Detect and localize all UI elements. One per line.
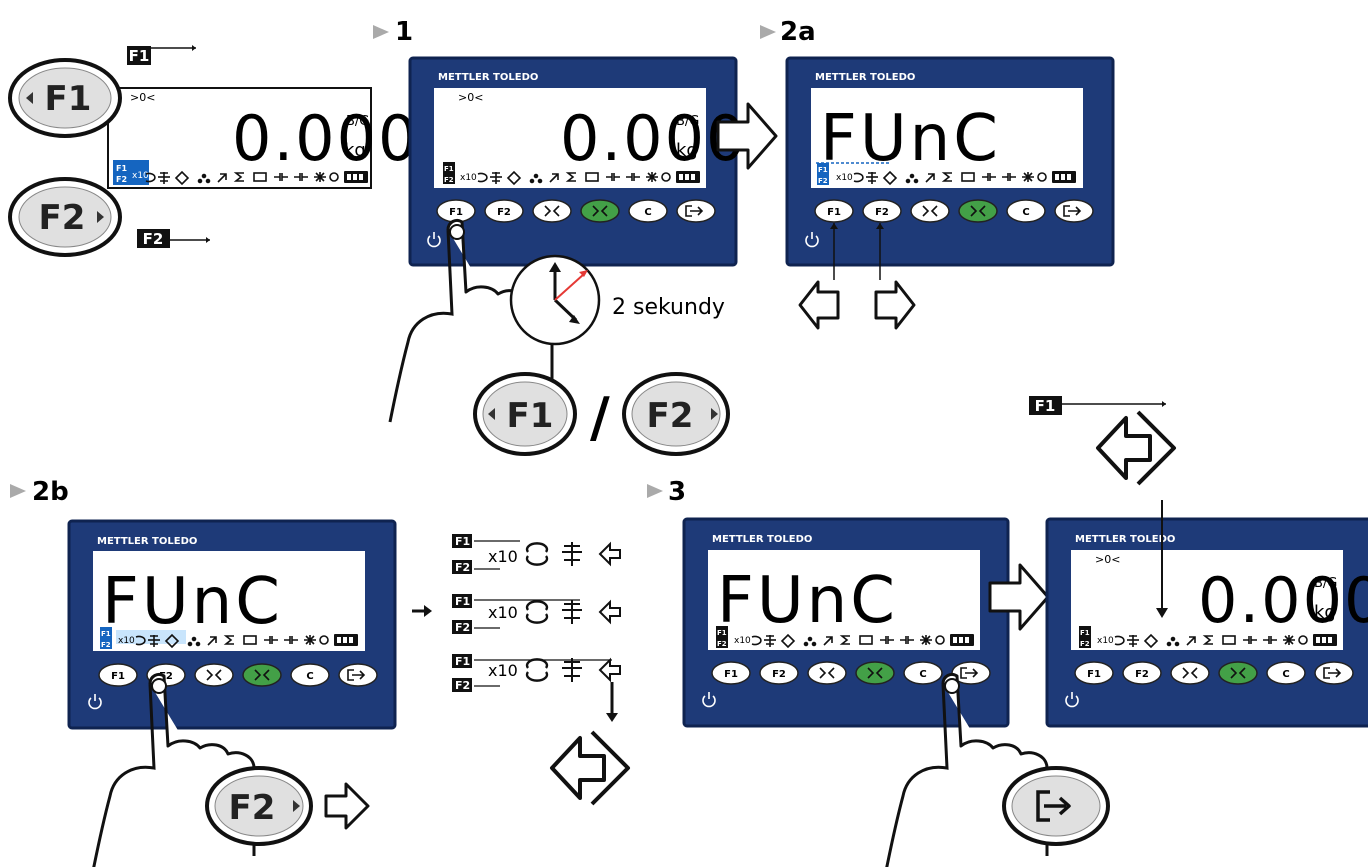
sequence-row-3: F1 F2 x10 xyxy=(452,654,621,692)
lcd-f2-tag: F2 xyxy=(116,175,127,184)
f1-key-label: F1 xyxy=(45,79,92,119)
key-separator: / xyxy=(590,386,610,449)
brand-label: METTLER TOLEDO xyxy=(1075,534,1175,545)
terminal-step-2a: METTLER TOLEDO FUnC F1 F2 x10 xyxy=(785,56,1115,267)
legend-f2-label: F2 xyxy=(143,230,164,248)
gross-net-label: B/G xyxy=(346,114,369,129)
unit-label: kg xyxy=(1314,602,1336,623)
sequence-row-1: F1 F2 x10 xyxy=(452,534,621,574)
legend-f1-label: F1 xyxy=(1035,397,1056,415)
f2-key-label: F2 xyxy=(647,396,694,436)
seq-f2: F2 xyxy=(455,621,470,634)
lcd-f1-tag: F1 xyxy=(444,165,454,173)
f1-key-label: F1 xyxy=(507,396,554,436)
seq-x10: x10 xyxy=(488,547,518,566)
step-2b-label: 2b xyxy=(32,477,69,507)
seq-x10: x10 xyxy=(488,603,518,622)
zero-indicator: >0< xyxy=(458,91,483,104)
exit-key-large[interactable] xyxy=(1002,766,1110,846)
symbol-sequence: F1 F2 x10 F1 F2 x10 F1 F2 x10 xyxy=(452,534,621,692)
brand-label: METTLER TOLEDO xyxy=(815,72,915,83)
hold-time-label: 2 sekundy xyxy=(612,295,725,320)
arrow-right-icon xyxy=(874,280,916,330)
f2-key-step1[interactable]: F2 xyxy=(622,372,730,456)
brand-label: METTLER TOLEDO xyxy=(712,534,812,545)
lcd-x10: x10 xyxy=(132,171,149,181)
f1-key-large[interactable]: F1 xyxy=(8,58,122,138)
lcd-f2-tag: F2 xyxy=(717,640,727,648)
brand-label: METTLER TOLEDO xyxy=(97,536,197,547)
clock-icon xyxy=(509,254,601,346)
lcd-x10: x10 xyxy=(460,173,477,183)
legend-f1-label: F1 xyxy=(129,47,150,65)
lcd-f2-tag: F2 xyxy=(818,177,828,185)
arrow-left-icon xyxy=(798,280,840,330)
enter-diamond-icon xyxy=(550,730,630,806)
lcd-f1-tag: F1 xyxy=(116,164,127,173)
lcd-f2-tag: F2 xyxy=(1080,640,1090,648)
lcd-f1-tag: F1 xyxy=(1080,629,1090,637)
f1-f2-legend: F1 >0< 0.000 B/G kg F1 F2 x10 F2 xyxy=(107,45,420,248)
weight-display: 0.000 xyxy=(1198,564,1368,637)
seq-f2: F2 xyxy=(455,679,470,692)
lcd-f2-tag: F2 xyxy=(101,641,111,649)
func-display: FUnC xyxy=(717,564,898,638)
step-1-label: 1 xyxy=(395,17,413,47)
f2-key-label: F2 xyxy=(39,198,86,238)
lcd-f2-tag: F2 xyxy=(444,176,454,184)
lcd-x10: x10 xyxy=(734,636,751,646)
lcd-f1-tag: F1 xyxy=(717,629,727,637)
func-display: FUnC xyxy=(820,102,1001,176)
arrow-right-icon xyxy=(324,782,370,830)
step-3-label: 3 xyxy=(668,477,686,507)
gross-net-label: B/G xyxy=(676,114,699,129)
f2-key-large[interactable]: F2 xyxy=(8,177,122,257)
brand-label: METTLER TOLEDO xyxy=(438,72,538,83)
enter-diamond-icon xyxy=(1096,410,1176,486)
func-display: FUnC xyxy=(102,565,283,639)
f2-key-step2b[interactable]: F2 xyxy=(205,766,313,846)
weight-display: 0.000 xyxy=(232,102,420,175)
seq-f1: F1 xyxy=(455,655,470,668)
terminal-step-3-weight: METTLER TOLEDO >0< 0.000 B/G kg F1 F2 x1… xyxy=(1045,517,1368,728)
lcd-x10: x10 xyxy=(836,173,853,183)
f2-key-label: F2 xyxy=(229,788,276,828)
unit-label: kg xyxy=(344,140,366,161)
terminal-step-2b: METTLER TOLEDO FUnC F1 F2 x10 xyxy=(67,519,397,730)
lcd-x10: x10 xyxy=(118,636,135,646)
seq-x10: x10 xyxy=(488,661,518,680)
lcd-x10: x10 xyxy=(1097,636,1114,646)
seq-f2: F2 xyxy=(455,561,470,574)
lcd-f1-tag: F1 xyxy=(818,166,828,174)
f1-key-step1[interactable]: F1 xyxy=(473,372,577,456)
instruction-diagram: F1 F2 C F1 xyxy=(8,17,1368,867)
gross-net-label: B/G xyxy=(1314,576,1337,591)
lcd-f1-tag: F1 xyxy=(101,630,111,638)
seq-f1: F1 xyxy=(455,535,470,548)
sequence-row-2: F1 F2 x10 xyxy=(452,594,621,634)
step-2a-label: 2a xyxy=(780,17,816,47)
unit-label: kg xyxy=(676,140,698,161)
seq-f1: F1 xyxy=(455,595,470,608)
zero-indicator: >0< xyxy=(130,91,155,104)
zero-indicator: >0< xyxy=(1095,553,1120,566)
